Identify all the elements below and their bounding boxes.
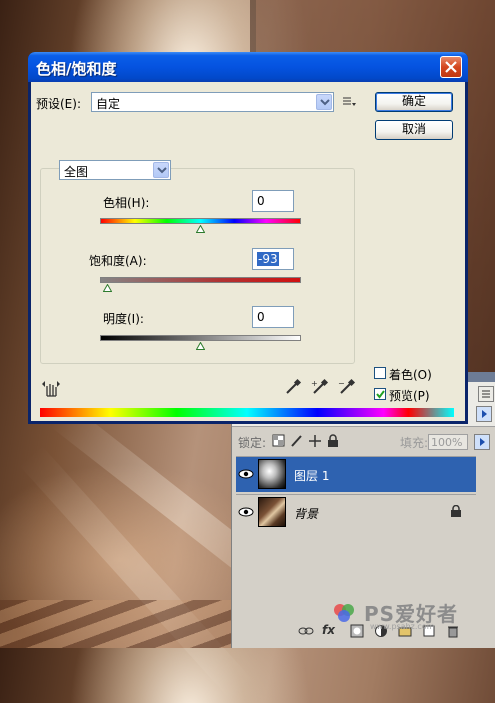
fill-label: 填充:	[400, 436, 429, 450]
channel-select[interactable]: 全图	[59, 160, 171, 180]
panel-menu-button[interactable]	[478, 386, 494, 402]
watermark-flower-icon	[334, 604, 354, 622]
chevron-down-icon	[316, 94, 332, 110]
chevron-down-icon	[153, 162, 169, 178]
hue-label: 色相(H):	[103, 196, 150, 210]
lock-position-icon[interactable]	[308, 434, 322, 448]
colorize-checkbox[interactable]	[374, 367, 386, 379]
lightness-slider-track[interactable]	[100, 335, 301, 341]
lightness-input[interactable]: 0	[252, 306, 294, 328]
floor-pattern	[0, 600, 240, 648]
chevron-right-icon	[480, 438, 485, 446]
layer-name: 图层 1	[294, 469, 330, 483]
layer-thumbnail	[258, 497, 286, 527]
saturation-label: 饱和度(A):	[89, 254, 147, 268]
chevron-right-icon	[482, 410, 487, 418]
ok-button[interactable]: 确定	[375, 92, 453, 112]
channel-value: 全图	[64, 165, 89, 179]
eye-icon[interactable]	[238, 467, 254, 481]
fill-arrow[interactable]	[474, 434, 490, 450]
eye-icon[interactable]	[238, 505, 254, 519]
dialog-titlebar[interactable]: 色相/饱和度	[28, 52, 468, 82]
preset-label: 预设(E):	[36, 97, 81, 111]
close-button[interactable]	[440, 56, 462, 78]
lock-label: 锁定:	[238, 436, 267, 450]
preview-checkbox[interactable]	[374, 388, 386, 400]
lock-icon	[451, 505, 461, 517]
lock-all-icon[interactable]	[326, 434, 340, 448]
watermark-logo: PS爱好者 www.psahz.com	[330, 598, 490, 631]
saturation-input[interactable]: -93	[252, 248, 294, 270]
colorize-label: 着色(O)	[389, 368, 432, 382]
close-icon	[445, 61, 457, 73]
cancel-button[interactable]: 取消	[375, 120, 453, 140]
fill-input[interactable]: 100%	[428, 434, 468, 450]
lock-pixels-icon[interactable]	[290, 434, 304, 448]
svg-text:+: +	[311, 379, 318, 388]
link-layers-icon[interactable]	[298, 624, 314, 638]
eyedropper-plus-icon[interactable]: +	[311, 378, 329, 396]
layer-name: 背景	[294, 507, 319, 521]
layer-row-background[interactable]: 背景	[236, 494, 476, 530]
saturation-slider-thumb[interactable]	[102, 284, 112, 292]
lock-transparent-icon[interactable]	[272, 434, 286, 448]
saturation-value: -93	[257, 252, 279, 266]
saturation-slider-track[interactable]	[100, 277, 301, 283]
hue-saturation-dialog: 色相/饱和度 预设(E): 自定 确定 取消 全图 色相(H): 0 饱和度(A…	[28, 52, 468, 424]
targeted-adjust-icon[interactable]	[41, 380, 61, 398]
checkmark-icon	[376, 390, 385, 399]
lightness-label: 明度(I):	[103, 312, 144, 326]
layer-row-layer1[interactable]: 图层 1	[236, 456, 476, 492]
panel-menu-icon	[482, 390, 490, 398]
hue-slider-track[interactable]	[100, 218, 301, 224]
hue-slider-thumb[interactable]	[196, 225, 205, 233]
input-spectrum-bar	[40, 408, 454, 417]
preset-select[interactable]: 自定	[91, 92, 334, 112]
dialog-body: 预设(E): 自定 确定 取消 全图 色相(H): 0 饱和度(A): -93 …	[31, 82, 465, 421]
blend-mode-arrow[interactable]	[476, 406, 492, 422]
layer-thumbnail	[258, 459, 286, 489]
eyedropper-minus-icon[interactable]: −	[338, 378, 356, 396]
preview-label: 预览(P)	[389, 389, 430, 403]
lightness-slider-thumb[interactable]	[196, 342, 205, 350]
watermark-url: www.psahz.com	[370, 622, 435, 631]
eyedropper-icon[interactable]	[284, 378, 302, 396]
preset-value: 自定	[96, 97, 121, 111]
hue-input[interactable]: 0	[252, 190, 294, 212]
svg-text:−: −	[338, 379, 345, 388]
preset-options-icon[interactable]	[342, 96, 356, 108]
lock-row: 锁定: 填充: 100%	[232, 430, 495, 454]
dialog-title: 色相/饱和度	[36, 60, 117, 78]
